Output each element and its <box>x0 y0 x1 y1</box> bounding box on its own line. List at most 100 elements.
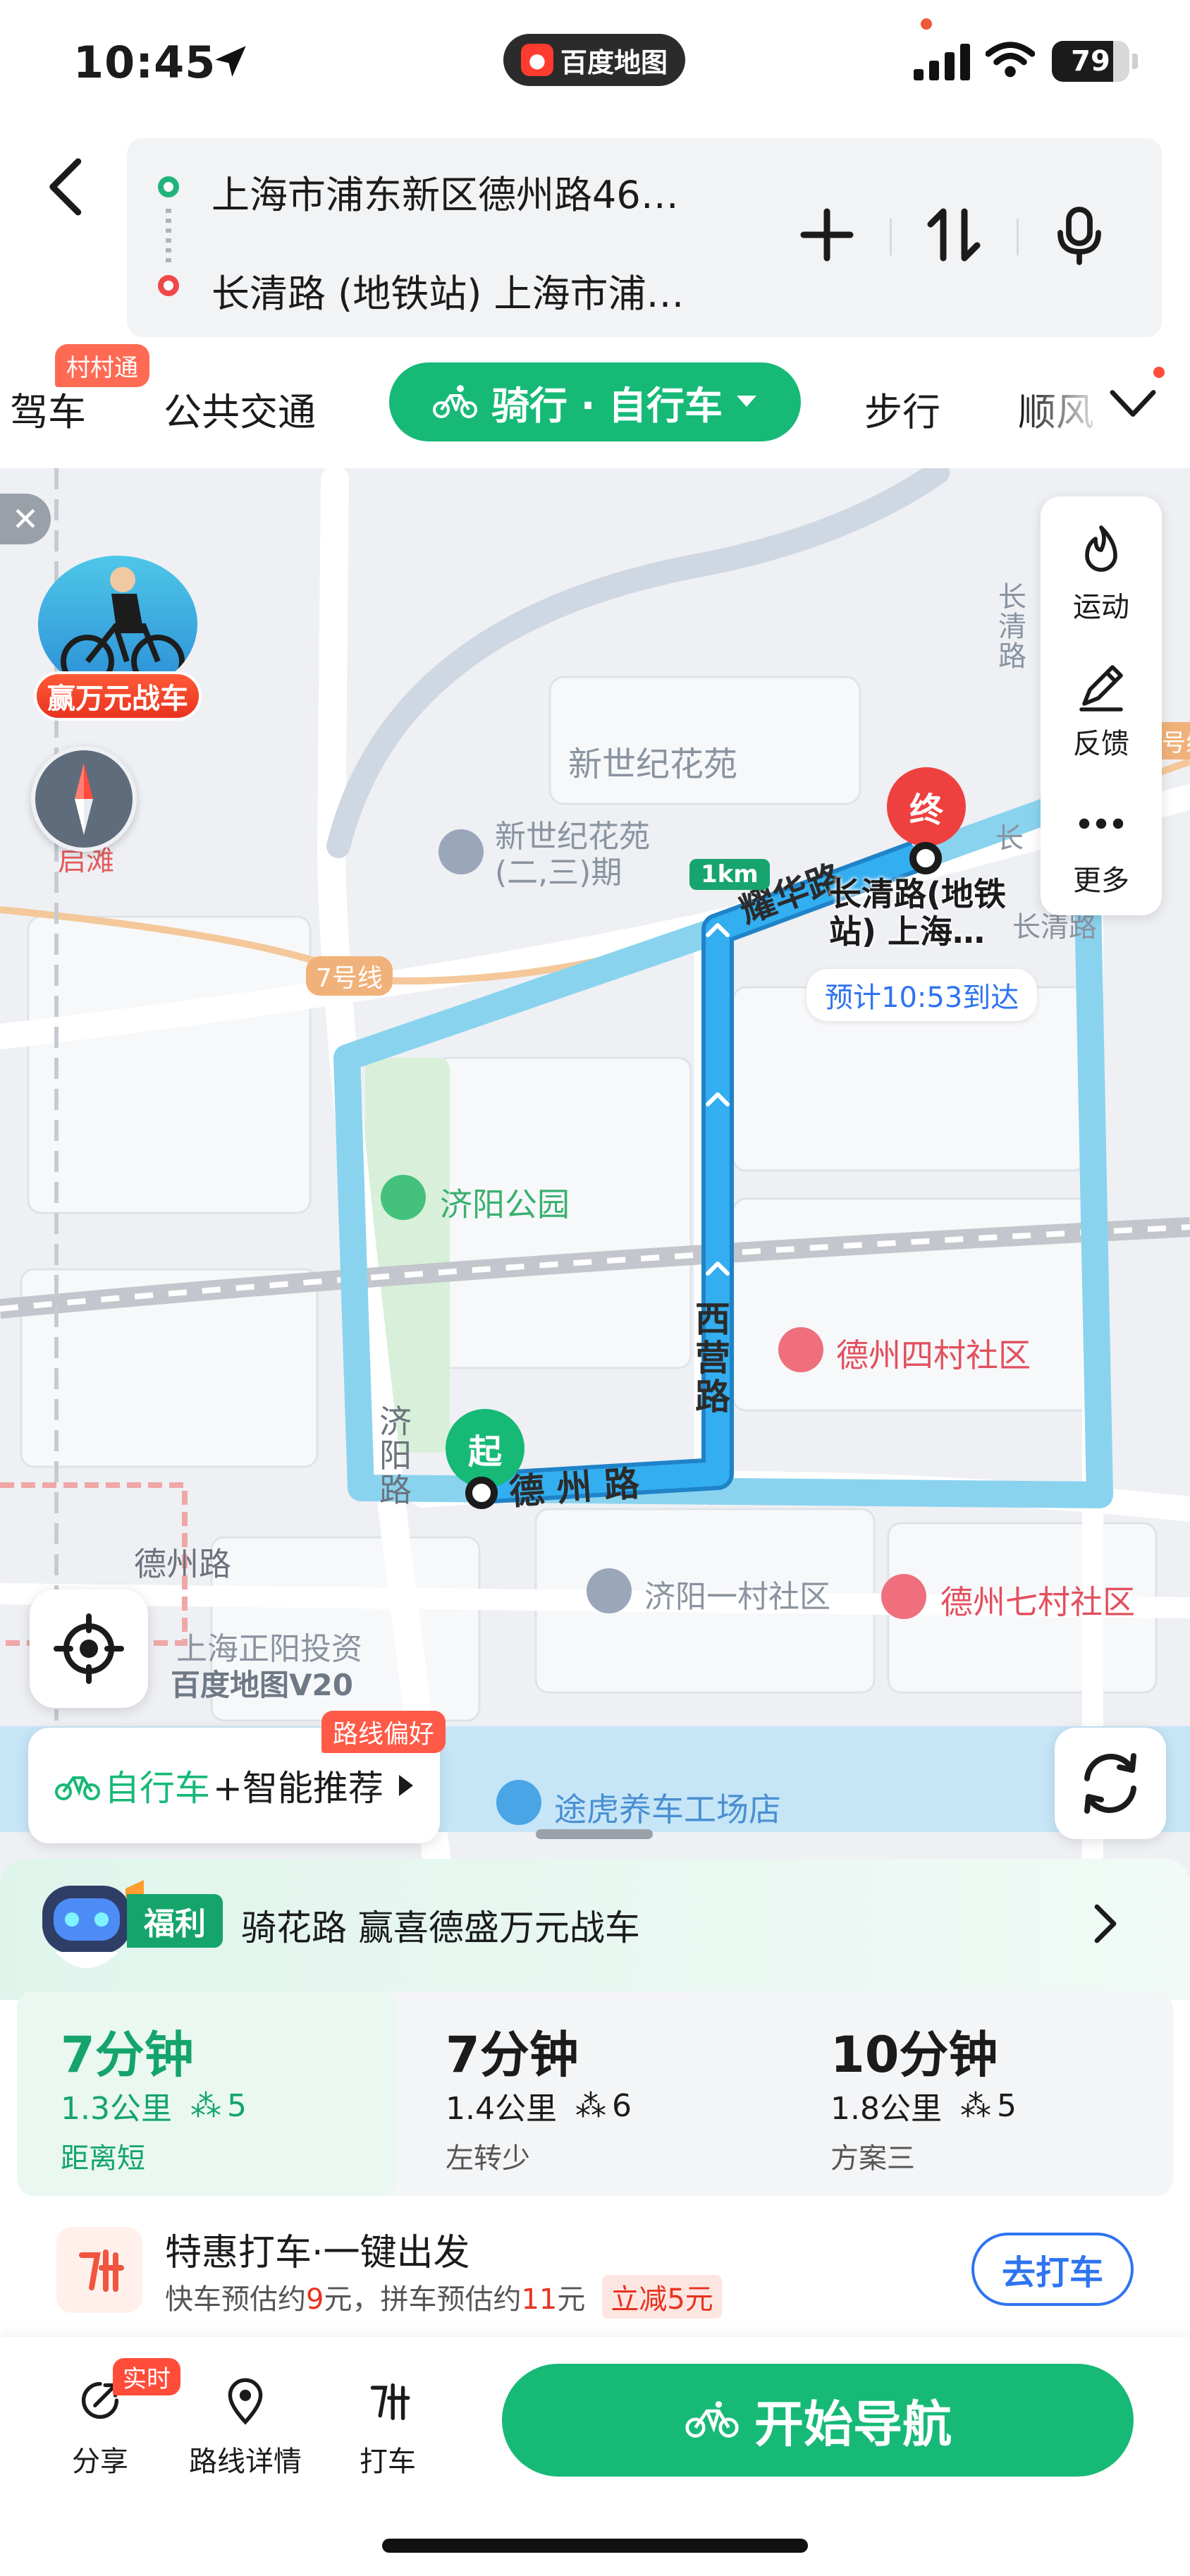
share-label: 分享 <box>72 2446 128 2478</box>
map-label: 新世纪花苑 (二,三)期 <box>495 819 650 891</box>
taxi-button[interactable]: 打车 <box>338 2375 437 2479</box>
locate-me-button[interactable] <box>30 1589 148 1708</box>
plan-note: 左转少 <box>446 2142 530 2175</box>
promo-badge[interactable]: 赢万元战车 <box>34 551 202 721</box>
station-label: 长 <box>995 822 1024 855</box>
app-return-pill[interactable]: ● 百度地图 <box>503 34 685 86</box>
plan-details: 1.3公里 ⁂ 5 <box>61 2083 247 2128</box>
wifi-icon <box>986 42 1035 78</box>
map-label: 德州七村社区 <box>940 1583 1135 1621</box>
chevron-down-icon[interactable] <box>1110 384 1156 423</box>
close-promo-button[interactable]: ✕ <box>0 494 51 544</box>
taxi-glyph <box>79 2250 124 2292</box>
sport-button[interactable]: 运动 <box>1041 501 1162 635</box>
home-indicator[interactable] <box>382 2539 808 2553</box>
pen-icon <box>1079 665 1123 712</box>
promo-tag: 福利 <box>127 1894 223 1948</box>
crosshair-icon <box>54 1613 124 1684</box>
tab-transit[interactable]: 公共交通 <box>164 381 316 437</box>
traffic-light-icon: ⁂ <box>959 2087 991 2124</box>
sport-label: 运动 <box>1073 591 1129 623</box>
destination-label[interactable]: 长清路(地铁 站) 上海… <box>829 876 1006 951</box>
route-input-box: 上海市浦东新区德州路46… 长清路 (地铁站) 上海市浦… <box>127 138 1162 337</box>
origin-dot-icon <box>158 176 179 197</box>
feedback-label: 反馈 <box>1073 728 1129 760</box>
promo-text[interactable]: 骑花路 赢喜德盛万元战车 <box>241 1900 640 1951</box>
tab-cycling-label: 骑行 · 自行车 <box>491 383 723 428</box>
building-icon <box>438 829 484 874</box>
end-marker: 终 <box>887 767 966 846</box>
status-bar: 10:45 ● 百度地图 79 <box>0 0 1190 127</box>
plan-option-1[interactable]: 7分钟 1.3公里 ⁂ 5 距离短 <box>17 1991 398 2196</box>
baidu-map-logo-icon: ● <box>520 44 553 76</box>
route-details-button[interactable]: 路线详情 <box>189 2375 302 2479</box>
divider <box>890 219 892 255</box>
taxi-price-a: 9 <box>306 2283 324 2316</box>
more-label: 更多 <box>1073 865 1129 897</box>
plan-time: 10分钟 <box>830 2026 998 2084</box>
promo-badge-label: 赢万元战车 <box>34 671 202 721</box>
origin-field[interactable]: 上海市浦东新区德州路46… <box>211 164 679 219</box>
map-side-panel: 运动 反馈 更多 <box>1041 496 1162 915</box>
add-waypoint-icon[interactable] <box>795 203 859 267</box>
map-label: 新世纪花苑 <box>568 745 738 784</box>
tab-walk[interactable]: 步行 <box>864 381 940 437</box>
back-icon[interactable] <box>42 155 92 219</box>
traffic-light-icon: ⁂ <box>190 2087 221 2124</box>
chevron-right-icon[interactable] <box>1091 1903 1120 1945</box>
microphone-icon[interactable] <box>1048 203 1111 267</box>
share-live-badge: 实时 <box>113 2358 180 2395</box>
close-icon: ✕ <box>11 500 39 538</box>
plan-note: 方案三 <box>830 2142 915 2175</box>
more-dots-icon <box>1079 818 1124 829</box>
route-details-label: 路线详情 <box>189 2446 302 2478</box>
eta-label: 预计10:53到达 <box>806 969 1038 1021</box>
building-icon <box>587 1568 632 1613</box>
plan-lights: 5 <box>996 2087 1017 2124</box>
map-label: 济阳公园 <box>440 1185 570 1223</box>
taxi-subtitle: 快车预估约9元，拼车预估约11元 立减5元 <box>165 2275 722 2319</box>
tabs-fade <box>1022 367 1107 437</box>
plan-details: 1.4公里 ⁂ 6 <box>446 2083 632 2128</box>
plan-option-3[interactable]: 10分钟 1.8公里 ⁂ 5 方案三 <box>787 1991 1167 2196</box>
tab-cycling[interactable]: 骑行 · 自行车 <box>389 362 801 441</box>
plan-lights: 6 <box>611 2087 632 2124</box>
feedback-button[interactable]: 反馈 <box>1041 637 1162 771</box>
car-service-icon <box>496 1780 541 1825</box>
plan-distance: 1.3公里 <box>61 2091 172 2127</box>
destination-field[interactable]: 长清路 (地铁站) 上海市浦… <box>211 262 684 318</box>
taxi-sub-c: 元 <box>557 2283 586 2316</box>
bicycle-icon <box>55 1776 100 1800</box>
destination-dot-icon <box>158 275 179 296</box>
sheet-drag-handle[interactable] <box>536 1829 653 1839</box>
tab-drive-badge: 村村通 <box>55 344 149 387</box>
swap-icon[interactable] <box>922 203 986 267</box>
community-icon <box>881 1574 926 1619</box>
compass-button[interactable] <box>31 746 137 852</box>
route-preference-label: +智能推荐 <box>213 1768 384 1809</box>
road-label: 长 清 路 <box>998 581 1026 673</box>
traffic-light-icon: ⁂ <box>575 2087 606 2124</box>
taxi-label: 打车 <box>360 2446 416 2478</box>
plan-distance: 1.4公里 <box>446 2091 557 2127</box>
start-marker-label: 起 <box>467 1432 502 1472</box>
refresh-button[interactable] <box>1055 1728 1166 1839</box>
road-label: 德 州 路 <box>508 1463 641 1513</box>
road-label: 西 营 路 <box>695 1299 730 1417</box>
end-point <box>909 842 942 874</box>
tab-drive[interactable]: 驾车 <box>10 381 86 437</box>
battery-percent: 79 <box>1071 45 1110 78</box>
taxi-icon <box>56 2227 142 2313</box>
plan-option-2[interactable]: 7分钟 1.4公里 ⁂ 6 左转少 <box>402 1991 783 2196</box>
more-button[interactable]: 更多 <box>1041 774 1162 908</box>
road-label: 济 阳 路 <box>379 1403 412 1509</box>
distance-marker: 1km <box>689 859 770 890</box>
plan-lights: 5 <box>226 2087 247 2124</box>
plan-note: 距离短 <box>61 2142 145 2175</box>
call-taxi-button[interactable]: 去打车 <box>971 2233 1134 2306</box>
map-label: 途虎养车工场店 <box>554 1790 781 1829</box>
notification-dot <box>1153 367 1165 378</box>
start-navigation-button[interactable]: 开始导航 <box>502 2364 1134 2477</box>
battery-tip <box>1132 54 1138 69</box>
map-label: 德州四村社区 <box>836 1336 1031 1374</box>
